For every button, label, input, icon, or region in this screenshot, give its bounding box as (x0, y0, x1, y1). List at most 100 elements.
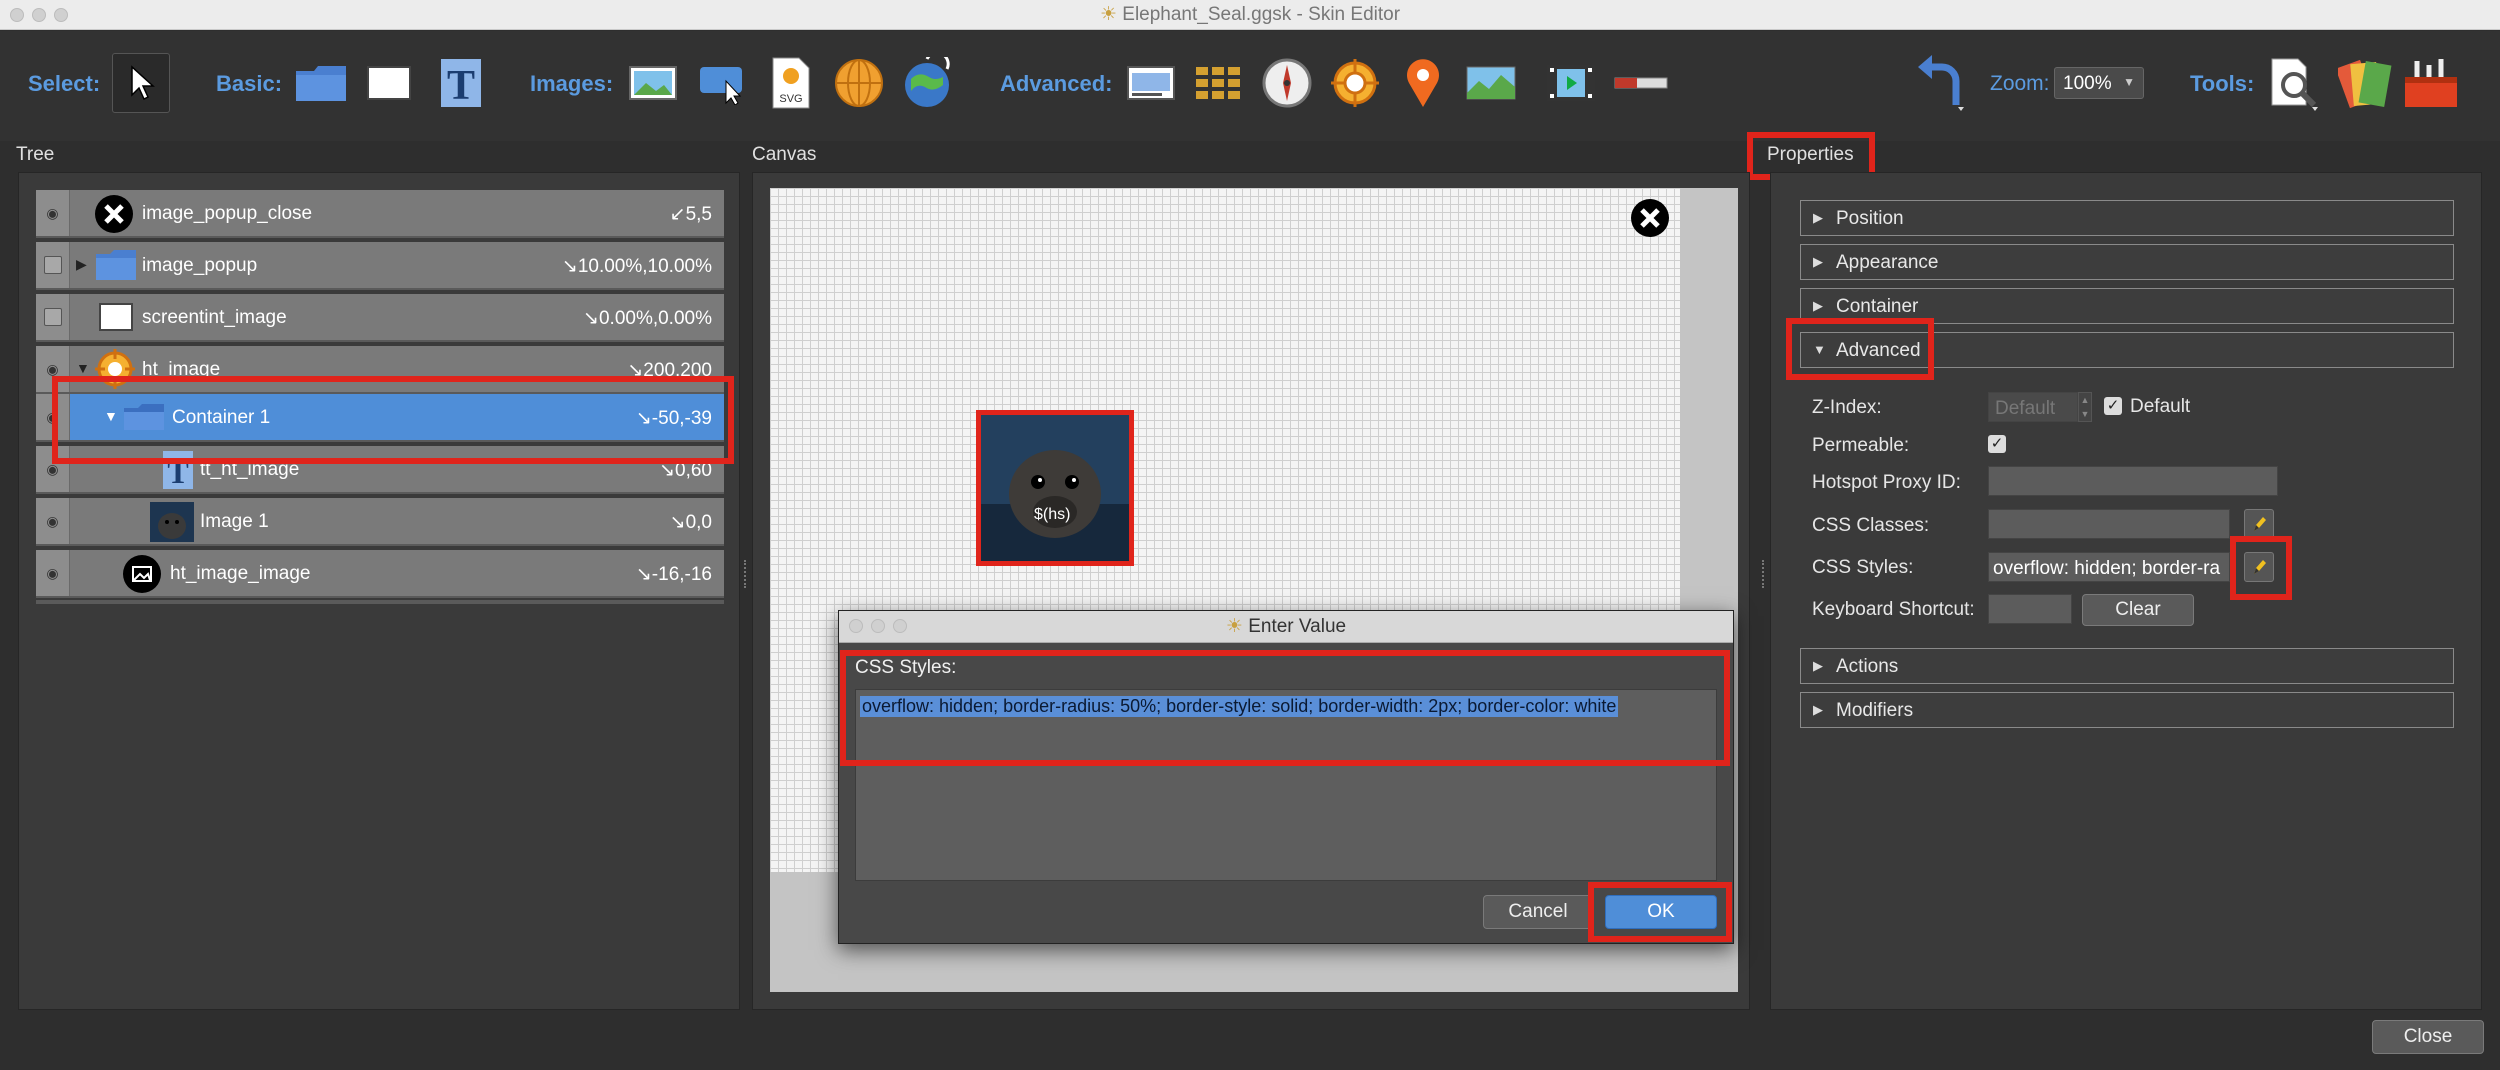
dialog-close-button[interactable] (849, 619, 863, 633)
tree-row-value: ↘-50,-39 (635, 408, 712, 429)
tree-row-value: ↘10.00%,10.00% (561, 256, 712, 277)
tree-row[interactable]: screentint_image ↘0.00%,0.00% (36, 294, 724, 342)
svg-tool-button[interactable]: SVG (762, 53, 820, 113)
grid-tool-button[interactable] (1190, 53, 1248, 113)
folder-icon (96, 250, 136, 280)
enter-value-dialog: ☀ Enter Value CSS Styles: overflow: hidd… (838, 610, 1734, 944)
edit-css-classes-button[interactable] (2244, 509, 2274, 539)
zoom-window-button[interactable] (54, 8, 68, 22)
video-tool-button[interactable] (1542, 53, 1600, 113)
window-title: Elephant_Seal.ggsk - Skin Editor (1122, 4, 1401, 25)
cursor-arrow-icon (131, 65, 155, 101)
tree-row-name: screentint_image (142, 307, 287, 328)
zindex-label: Z-Index: (1812, 397, 1882, 418)
tree-list-end-divider (36, 600, 724, 604)
hotspot-crosshair-icon (95, 349, 135, 389)
visibility-eye-icon[interactable]: ◉ (36, 394, 70, 440)
css-styles-input[interactable]: overflow: hidden; border-ra (1988, 552, 2230, 582)
edit-css-styles-button[interactable] (2244, 552, 2274, 582)
color-palette-icon (2338, 59, 2392, 109)
visibility-eye-icon[interactable]: ◉ (36, 346, 70, 392)
visibility-checkbox[interactable] (36, 242, 70, 288)
basic-label: Basic: (216, 71, 283, 96)
tree-row-value: ↘0,0 (669, 512, 712, 533)
tree-row[interactable]: ◉ image_popup_close ↙5,5 (36, 190, 724, 238)
close-window-button[interactable] (10, 8, 24, 22)
dialog-zoom-button[interactable] (893, 619, 907, 633)
css-styles-textarea[interactable]: overflow: hidden; border-radius: 50%; bo… (855, 689, 1717, 881)
css-classes-input[interactable] (1988, 509, 2230, 539)
dialog-minimize-button[interactable] (871, 619, 885, 633)
tree-row-name: tt_ht_image (200, 459, 300, 480)
modifiers-section-header[interactable]: ▶ Modifiers (1800, 692, 2454, 728)
advanced-section-header[interactable]: ▼ Advanced (1800, 332, 2454, 368)
splitter-handle[interactable] (1762, 560, 1766, 588)
tree-row[interactable]: ◉ T tt_ht_image ↘0,60 (36, 446, 724, 494)
select-label: Select: (28, 71, 101, 96)
compass-tool-button[interactable] (1258, 53, 1316, 113)
text-tool-button[interactable]: T (432, 53, 490, 113)
tools-toolbox-button[interactable] (2402, 53, 2460, 113)
visibility-eye-icon[interactable]: ◉ (36, 550, 70, 596)
keyboard-shortcut-input[interactable] (1988, 594, 2072, 624)
tree-row-value: ↘0.00%,0.00% (583, 308, 712, 329)
splitter-handle[interactable] (744, 560, 748, 588)
appearance-section-header[interactable]: ▶ Appearance (1800, 244, 2454, 280)
hotspot-label: $(hs) (1034, 506, 1071, 523)
tree-row-selected[interactable]: ◉ ▼ Container 1 ↘-50,-39 (36, 394, 724, 442)
close-x-icon (1631, 199, 1669, 237)
position-section-header[interactable]: ▶ Position (1800, 200, 2454, 236)
panorama-tool-button[interactable] (830, 53, 888, 113)
image-tool-button[interactable] (624, 53, 682, 113)
close-x-icon (95, 195, 133, 233)
map-pin-tool-button[interactable] (1394, 53, 1452, 113)
expand-triangle-icon: ▶ (1813, 702, 1823, 717)
rectangle-tool-button[interactable] (360, 53, 418, 113)
seal-image-element[interactable]: $(hs) (980, 414, 1130, 562)
visibility-eye-icon[interactable]: ◉ (36, 498, 70, 544)
zindex-spinner[interactable]: ▲ ▼ (2078, 392, 2092, 422)
map-globe-tool-button[interactable] (898, 53, 956, 113)
tree-row[interactable]: ◉ ▼ ht_image ↘200,200 (36, 346, 724, 394)
permeable-checkbox[interactable]: ✓ (1988, 435, 2006, 453)
progress-bar-tool-button[interactable] (1612, 53, 1670, 113)
close-button[interactable]: Close (2372, 1020, 2484, 1054)
cancel-button[interactable]: Cancel (1483, 895, 1593, 929)
default-checkbox[interactable]: ✓ (2104, 397, 2122, 415)
compass-icon (1262, 58, 1312, 108)
color-swatch-tool-button[interactable] (2336, 53, 2394, 113)
ok-button[interactable]: OK (1605, 895, 1717, 929)
clear-shortcut-button[interactable]: Clear (2082, 594, 2194, 626)
visibility-eye-icon[interactable]: ◉ (36, 446, 70, 492)
container-section-header[interactable]: ▶ Container (1800, 288, 2454, 324)
hotspot-proxy-input[interactable] (1988, 466, 2278, 496)
tree-row[interactable]: ◉ ht_image_image ↘-16,-16 (36, 550, 724, 598)
video-window-tool-button[interactable] (1122, 53, 1180, 113)
select-tool-button[interactable] (112, 53, 170, 113)
visibility-checkbox[interactable] (36, 294, 70, 340)
actions-section-header[interactable]: ▶ Actions (1800, 648, 2454, 684)
zoom-select[interactable]: 100% ▼ (2054, 67, 2144, 99)
undo-button[interactable] (1912, 53, 1970, 113)
collapse-triangle-icon[interactable]: ▼ (76, 360, 90, 376)
permeable-label: Permeable: (1812, 435, 1910, 456)
tree-row-value: ↙5,5 (669, 204, 712, 225)
text-icon: T (441, 59, 481, 109)
zindex-input[interactable]: Default (1988, 392, 2078, 422)
hotspot-tool-button[interactable] (1326, 53, 1384, 113)
map-tool-button[interactable] (1462, 53, 1520, 113)
collapse-triangle-icon[interactable]: ▼ (104, 408, 118, 424)
svg-text:T: T (167, 454, 188, 490)
expand-triangle-icon[interactable]: ▶ (76, 256, 87, 273)
image-button-tool-button[interactable] (694, 53, 752, 113)
window-title-bar: ☀ Elephant_Seal.ggsk - Skin Editor (0, 0, 2500, 30)
window-icon (1127, 66, 1175, 100)
find-tool-button[interactable] (2264, 53, 2322, 113)
image-circle-icon (123, 555, 161, 593)
container-tool-button[interactable] (292, 53, 350, 113)
minimize-window-button[interactable] (32, 8, 46, 22)
tree-row[interactable]: ◉ Image 1 ↘0,0 (36, 498, 724, 546)
visibility-eye-icon[interactable]: ◉ (36, 190, 70, 236)
image-button-icon (700, 67, 742, 105)
tree-row[interactable]: ▶ image_popup ↘10.00%,10.00% (36, 242, 724, 290)
